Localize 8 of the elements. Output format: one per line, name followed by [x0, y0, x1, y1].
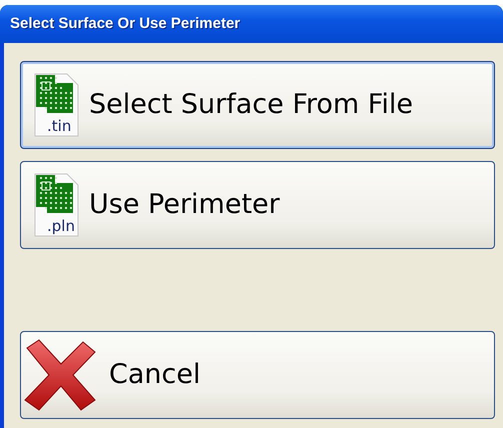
file-icon [33, 73, 79, 137]
file-option-button[interactable]: .tin Select Surface From File [20, 61, 495, 149]
file-icon [33, 173, 79, 237]
window-title: Select Surface Or Use Perimeter [10, 15, 240, 32]
file-extension-label: .tin [47, 119, 72, 134]
file-extension-label: .pln [47, 219, 75, 234]
cancel-button[interactable]: Cancel [20, 331, 495, 419]
file-option-button[interactable]: .pln Use Perimeter [20, 161, 495, 249]
